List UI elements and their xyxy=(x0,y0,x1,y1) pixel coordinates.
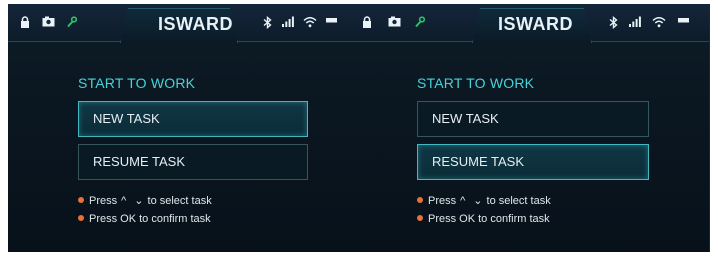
app-title: ISWARD xyxy=(158,14,233,34)
chevron-up-icon: ^ xyxy=(121,195,127,207)
resume-task-button[interactable]: RESUME TASK xyxy=(78,144,308,180)
bluetooth-icon xyxy=(262,16,273,29)
bullet-icon xyxy=(417,197,423,203)
start-to-work-heading: START TO WORK xyxy=(78,75,196,91)
signal-icon xyxy=(282,16,294,28)
status-bar: ISWARD xyxy=(8,4,352,44)
wrench-icon xyxy=(414,16,425,28)
battery-icon xyxy=(678,16,690,24)
device-screen-left: ISWARD START TO WORK NEW TASK RESUME TAS… xyxy=(8,4,352,252)
new-task-button[interactable]: NEW TASK xyxy=(78,101,308,137)
bullet-icon xyxy=(78,215,84,221)
resume-task-button[interactable]: RESUME TASK xyxy=(417,144,649,180)
select-task-hint: Press ^ ⌄ to select task xyxy=(417,195,551,208)
wrench-icon xyxy=(66,16,77,28)
hint-select-suffix: to select task xyxy=(147,195,212,207)
battery-icon xyxy=(326,16,338,24)
status-bar: ISWARD xyxy=(352,4,709,44)
wifi-icon xyxy=(303,16,317,28)
hint-select-suffix: to select task xyxy=(486,195,551,207)
chevron-up-icon: ^ xyxy=(460,195,466,207)
camera-icon xyxy=(42,16,55,27)
bullet-icon xyxy=(417,215,423,221)
start-to-work-heading: START TO WORK xyxy=(417,75,535,91)
new-task-button[interactable]: NEW TASK xyxy=(417,101,649,137)
camera-icon xyxy=(388,16,401,27)
lock-icon xyxy=(20,16,30,29)
chevron-down-icon: ⌄ xyxy=(134,195,144,207)
bullet-icon xyxy=(78,197,84,203)
hint-confirm-text: Press OK to confirm task xyxy=(428,213,550,225)
app-title: ISWARD xyxy=(498,14,573,34)
chevron-down-icon: ⌄ xyxy=(473,195,483,207)
lock-icon xyxy=(362,16,372,29)
hint-select-prefix: Press xyxy=(428,195,457,207)
bluetooth-icon xyxy=(608,16,619,29)
confirm-task-hint: Press OK to confirm task xyxy=(417,213,550,226)
wifi-icon xyxy=(652,16,666,28)
select-task-hint: Press ^ ⌄ to select task xyxy=(78,195,212,208)
signal-icon xyxy=(629,16,641,28)
hint-confirm-text: Press OK to confirm task xyxy=(89,213,211,225)
hint-select-prefix: Press xyxy=(89,195,118,207)
confirm-task-hint: Press OK to confirm task xyxy=(78,213,211,226)
device-screen-right: ISWARD START TO WORK NEW TASK RESUME TAS… xyxy=(352,4,709,252)
